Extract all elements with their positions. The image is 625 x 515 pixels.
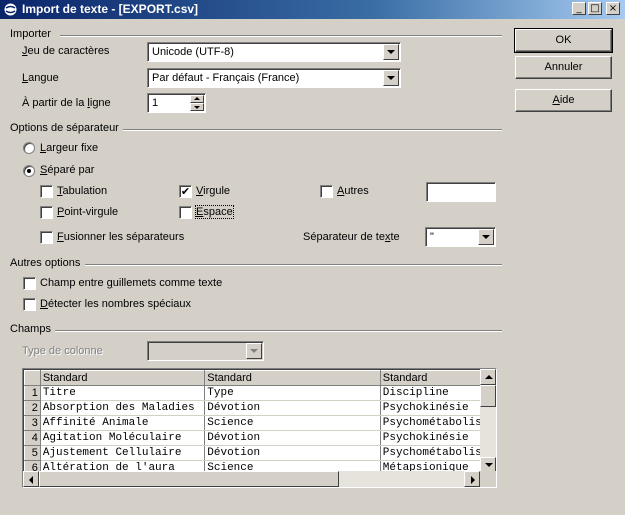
fields-separator: [55, 330, 502, 332]
importer-section-label: Importer: [10, 28, 55, 40]
maximize-button[interactable]: □: [588, 2, 602, 15]
table-cell: Discipline: [380, 385, 496, 401]
importer-separator: [60, 35, 502, 37]
column-header[interactable]: Standard: [39, 370, 206, 386]
text-delimiter-select[interactable]: ": [425, 227, 496, 247]
row-number[interactable]: 2: [24, 400, 41, 416]
other-checkbox[interactable]: [320, 185, 333, 198]
table-cell: Type: [204, 385, 381, 401]
comma-checkbox[interactable]: ✔: [179, 185, 192, 198]
column-header[interactable]: Standard: [204, 370, 381, 386]
row-number[interactable]: 4: [24, 430, 41, 446]
text-delimiter-label: Séparateur de texte: [303, 231, 400, 243]
table-row: 4 Agitation Moléculaire Dévotion Psychokiné…: [24, 430, 496, 446]
minimize-button[interactable]: _: [572, 2, 586, 15]
row-number[interactable]: 5: [24, 445, 41, 461]
quoted-as-text-label[interactable]: Champ entre guillemets comme texte: [40, 277, 222, 289]
semicolon-checkbox[interactable]: [40, 206, 53, 219]
tab-checkbox[interactable]: [40, 185, 53, 198]
window-title: Import de texte - [EXPORT.csv]: [22, 2, 199, 16]
preview-grid[interactable]: Standard Standard Standard 1 Titre Type Discip…: [22, 368, 497, 488]
cancel-button[interactable]: Annuler: [515, 56, 612, 79]
horizontal-scroll-thumb[interactable]: [39, 471, 339, 487]
table-cell: Affinité Animale: [40, 415, 206, 431]
row-number[interactable]: 1: [24, 385, 41, 401]
space-label[interactable]: Espace: [195, 205, 234, 219]
table-row: 5 Ajustement Cellulaire Dévotion Psychométa…: [24, 445, 496, 461]
merge-separators-label[interactable]: Fusionner les séparateurs: [57, 231, 184, 243]
fixed-width-label[interactable]: Largeur fixe: [40, 142, 98, 154]
close-button[interactable]: ×: [606, 2, 620, 15]
text-delimiter-value: ": [430, 231, 434, 243]
separator-options-section-label: Options de séparateur: [10, 122, 123, 134]
table-cell: Dévotion: [204, 445, 381, 461]
horizontal-scrollbar[interactable]: [23, 471, 480, 487]
preview-header-row: Standard Standard Standard: [24, 370, 496, 386]
column-type-label: Type de colonne: [22, 345, 103, 357]
table-cell: Psychokinésie: [380, 400, 496, 416]
help-button[interactable]: Aide: [515, 89, 612, 112]
table-row: 2 Absorption des Maladies Dévotion Psychoki…: [24, 400, 496, 416]
from-line-value: 1: [152, 97, 159, 109]
from-line-stepper[interactable]: 1: [147, 93, 206, 113]
scroll-up-icon[interactable]: [480, 369, 496, 385]
other-options-section-label: Autres options: [10, 257, 85, 269]
table-cell: Ajustement Cellulaire: [40, 445, 206, 461]
table-cell: Absorption des Maladies: [40, 400, 206, 416]
charset-select[interactable]: Unicode (UTF-8): [147, 42, 401, 62]
spin-down-icon[interactable]: [190, 103, 204, 111]
separated-by-label[interactable]: Séparé par: [40, 164, 94, 176]
spin-up-icon[interactable]: [190, 95, 204, 103]
merge-separators-checkbox[interactable]: [40, 231, 53, 244]
ok-button[interactable]: OK: [514, 28, 613, 53]
vertical-scrollbar[interactable]: [480, 369, 496, 473]
space-checkbox[interactable]: [179, 206, 192, 219]
quoted-as-text-checkbox[interactable]: [23, 277, 36, 290]
other-separator-input[interactable]: [426, 182, 496, 202]
preview-corner-cell: [24, 370, 41, 386]
table-row: 1 Titre Type Discipline: [24, 385, 496, 401]
column-header[interactable]: Standard: [379, 370, 496, 386]
detect-special-numbers-label[interactable]: Détecter les nombres spéciaux: [40, 298, 191, 310]
language-select[interactable]: Par défaut - Français (France): [147, 68, 401, 88]
charset-value: Unicode (UTF-8): [152, 46, 234, 58]
detect-special-numbers-checkbox[interactable]: [23, 298, 36, 311]
scroll-right-icon[interactable]: [464, 471, 480, 487]
app-icon: [3, 2, 18, 17]
vertical-scroll-thumb[interactable]: [480, 385, 496, 407]
chevron-down-icon[interactable]: [383, 70, 399, 86]
other-label[interactable]: Autres: [337, 185, 369, 197]
column-type-select[interactable]: [147, 341, 264, 361]
comma-label[interactable]: Virgule: [196, 185, 230, 197]
scroll-corner: [480, 471, 496, 487]
table-cell: Titre: [40, 385, 206, 401]
row-number[interactable]: 3: [24, 415, 41, 431]
language-label: Langue: [22, 72, 59, 84]
other-options-separator: [85, 264, 502, 266]
title-bar: Import de texte - [EXPORT.csv] _ □ ×: [0, 0, 625, 19]
table-cell: Dévotion: [204, 430, 381, 446]
charset-label: Jeu de caractères: [22, 45, 110, 57]
separator-options-separator: [123, 129, 502, 131]
chevron-down-icon[interactable]: [478, 229, 494, 245]
semicolon-label[interactable]: Point-virgule: [57, 206, 118, 218]
table-cell: Psychométabolisme: [380, 445, 496, 461]
chevron-down-icon[interactable]: [383, 44, 399, 60]
fields-section-label: Champs: [10, 323, 55, 335]
tab-label[interactable]: Tabulation: [57, 185, 107, 197]
language-value: Par défaut - Français (France): [152, 72, 300, 84]
scroll-left-icon[interactable]: [23, 471, 39, 487]
table-cell: Psychokinésie: [380, 430, 496, 446]
fixed-width-radio[interactable]: [23, 142, 35, 154]
table-cell: Agitation Moléculaire: [40, 430, 206, 446]
from-line-label: À partir de la ligne: [22, 97, 111, 109]
chevron-down-icon[interactable]: [246, 343, 262, 359]
table-row: 3 Affinité Animale Science Psychométabolism…: [24, 415, 496, 431]
table-cell: Psychométabolisme: [380, 415, 496, 431]
separated-by-radio[interactable]: [23, 165, 35, 177]
table-cell: Dévotion: [204, 400, 381, 416]
table-cell: Science: [204, 415, 381, 431]
